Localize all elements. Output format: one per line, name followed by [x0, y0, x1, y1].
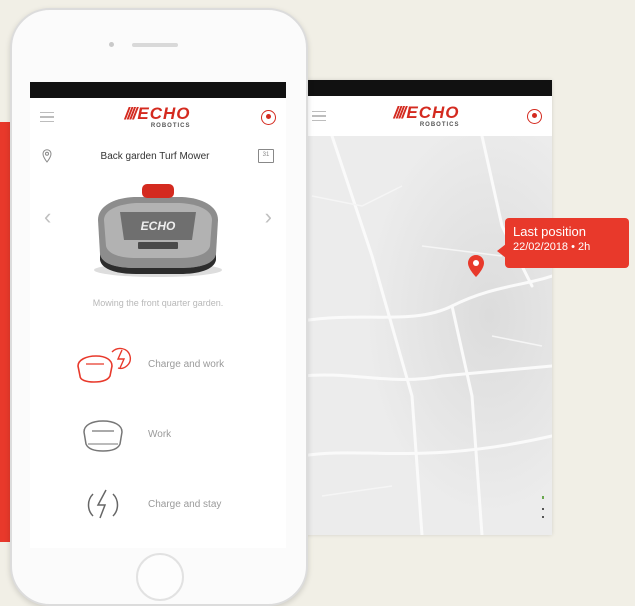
status-text: Mowing the front quarter garden. — [92, 298, 224, 308]
action-label: Charge and stay — [148, 498, 222, 510]
action-label: Work — [148, 428, 172, 440]
work-button[interactable]: Work — [30, 404, 286, 464]
svg-text:ECHO: ECHO — [141, 219, 176, 233]
map-header: ////ECHO ROBOTICS — [302, 96, 552, 136]
map-zoom-dot — [542, 516, 544, 518]
map-zoom-control[interactable] — [542, 496, 544, 499]
echo-logo: ////ECHO ROBOTICS — [393, 103, 460, 128]
tooltip-detail: 22/02/2018 • 2h — [513, 241, 591, 253]
previous-mower-arrow[interactable]: ‹ — [44, 204, 51, 230]
home-button[interactable] — [136, 553, 184, 601]
menu-icon[interactable] — [312, 110, 326, 122]
echo-logo: ////ECHO ROBOTICS — [124, 104, 191, 129]
user-icon[interactable] — [261, 109, 276, 125]
map-zoom-dot — [542, 508, 544, 510]
mower-carousel: ‹ ECHO › — [30, 176, 286, 284]
phone-frame: ////ECHO ROBOTICS Back garden Turf Mower… — [10, 8, 308, 606]
mower-selector: Back garden Turf Mower 31 — [30, 136, 286, 176]
map-view[interactable] — [302, 136, 552, 535]
status-bar — [30, 82, 286, 98]
camera-dot — [109, 42, 114, 47]
main-screen: ////ECHO ROBOTICS Back garden Turf Mower… — [30, 82, 286, 548]
status-bar — [302, 80, 552, 96]
tooltip-title: Last position — [513, 224, 586, 239]
charge-and-work-button[interactable]: Charge and work — [30, 334, 286, 394]
location-pin-icon[interactable] — [42, 149, 52, 163]
charge-icon — [87, 489, 119, 519]
map-pin-icon[interactable] — [467, 254, 485, 278]
map-screen: ////ECHO ROBOTICS — [302, 80, 552, 535]
app-header: ////ECHO ROBOTICS — [30, 98, 286, 136]
user-icon[interactable] — [527, 108, 542, 124]
last-position-tooltip: Last position 22/02/2018 • 2h — [497, 218, 629, 268]
charge-and-stay-button[interactable]: Charge and stay — [30, 474, 286, 534]
action-label: Charge and work — [148, 358, 225, 370]
mower-name: Back garden Turf Mower — [100, 150, 210, 162]
robot-mower-image: ECHO — [94, 184, 222, 277]
mower-charge-icon — [77, 347, 132, 383]
menu-icon[interactable] — [40, 111, 54, 123]
speaker-grill — [132, 43, 178, 47]
next-mower-arrow[interactable]: › — [265, 204, 272, 230]
mower-icon — [83, 420, 123, 452]
calendar-icon[interactable]: 31 — [258, 149, 274, 163]
